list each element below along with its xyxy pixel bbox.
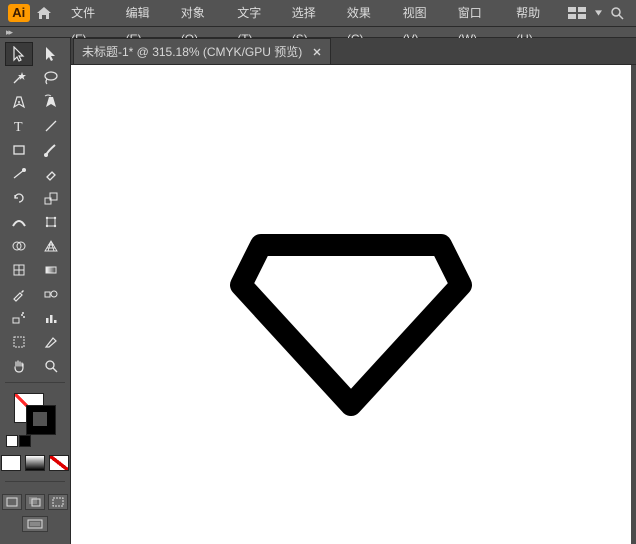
- app-logo: Ai: [8, 4, 30, 22]
- color-mode-gradient[interactable]: [25, 455, 45, 471]
- scale-tool[interactable]: [37, 186, 65, 210]
- magic-wand-tool[interactable]: [5, 66, 33, 90]
- chevron-down-icon[interactable]: [595, 10, 602, 17]
- rotate-tool[interactable]: [5, 186, 33, 210]
- free-transform-tool[interactable]: [37, 210, 65, 234]
- document-tab-strip: 未标题-1* @ 315.18% (CMYK/GPU 预览): [71, 38, 636, 65]
- chevron-right-double-icon: ▸▸: [6, 27, 11, 38]
- color-mode-none[interactable]: [49, 455, 69, 471]
- color-mode-row: [0, 455, 71, 471]
- toolbar-expand-handle[interactable]: ▸▸: [0, 27, 636, 38]
- default-fill-stroke-icon[interactable]: [6, 435, 18, 447]
- search-icon[interactable]: [608, 4, 626, 22]
- menu-type[interactable]: 文字(T): [229, 0, 283, 26]
- eyedropper-tool[interactable]: [5, 282, 33, 306]
- line-segment-tool[interactable]: [37, 114, 65, 138]
- paintbrush-tool[interactable]: [37, 138, 65, 162]
- home-icon[interactable]: [36, 4, 54, 22]
- perspective-grid-tool[interactable]: [37, 234, 65, 258]
- screen-mode-icon[interactable]: [22, 516, 48, 532]
- shape-builder-tool[interactable]: [5, 234, 33, 258]
- document-tab[interactable]: 未标题-1* @ 315.18% (CMYK/GPU 预览): [73, 38, 331, 64]
- swap-fill-stroke-icon[interactable]: [19, 435, 31, 447]
- hand-tool[interactable]: [5, 354, 33, 378]
- menu-view[interactable]: 视图(V): [395, 0, 450, 26]
- menu-effect[interactable]: 效果(C): [339, 0, 395, 26]
- diamond-shape: [221, 190, 481, 420]
- menu-file[interactable]: 文件(F): [63, 0, 117, 26]
- shaper-tool[interactable]: [5, 162, 33, 186]
- color-mode-solid[interactable]: [1, 455, 21, 471]
- slice-tool[interactable]: [37, 330, 65, 354]
- artboard-tool[interactable]: [5, 330, 33, 354]
- menu-bar: Ai 文件(F) 编辑(E) 对象(O) 文字(T) 选择(S) 效果(C) 视…: [0, 0, 636, 27]
- document-area: 未标题-1* @ 315.18% (CMYK/GPU 预览): [71, 38, 636, 544]
- lasso-tool[interactable]: [37, 66, 65, 90]
- zoom-tool[interactable]: [37, 354, 65, 378]
- menu-select[interactable]: 选择(S): [284, 0, 339, 26]
- symbol-sprayer-tool[interactable]: [5, 306, 33, 330]
- close-icon[interactable]: [312, 47, 322, 57]
- menu-window[interactable]: 窗口(W): [450, 0, 508, 26]
- fill-stroke-selector[interactable]: [14, 393, 56, 435]
- artboard: [71, 65, 631, 544]
- svg-text:T: T: [14, 120, 23, 134]
- selection-tool[interactable]: [5, 42, 33, 66]
- arrange-documents-icon[interactable]: [564, 4, 589, 22]
- draw-behind-icon[interactable]: [25, 494, 45, 510]
- menu-object[interactable]: 对象(O): [173, 0, 229, 26]
- menu-edit[interactable]: 编辑(E): [118, 0, 173, 26]
- type-tool[interactable]: T: [5, 114, 33, 138]
- document-tab-title: 未标题-1* @ 315.18% (CMYK/GPU 预览): [82, 43, 302, 60]
- menu-help[interactable]: 帮助(H): [508, 0, 564, 26]
- eraser-tool[interactable]: [37, 162, 65, 186]
- tools-panel: T: [0, 38, 71, 544]
- direct-selection-tool[interactable]: [37, 42, 65, 66]
- width-tool[interactable]: [5, 210, 33, 234]
- curvature-tool[interactable]: [37, 90, 65, 114]
- pen-tool[interactable]: [5, 90, 33, 114]
- draw-normal-icon[interactable]: [2, 494, 22, 510]
- blend-tool[interactable]: [37, 282, 65, 306]
- column-graph-tool[interactable]: [37, 306, 65, 330]
- stroke-swatch[interactable]: [26, 405, 56, 435]
- gradient-tool[interactable]: [37, 258, 65, 282]
- mesh-tool[interactable]: [5, 258, 33, 282]
- draw-inside-icon[interactable]: [48, 494, 68, 510]
- canvas-viewport[interactable]: [71, 65, 636, 544]
- rectangle-tool[interactable]: [5, 138, 33, 162]
